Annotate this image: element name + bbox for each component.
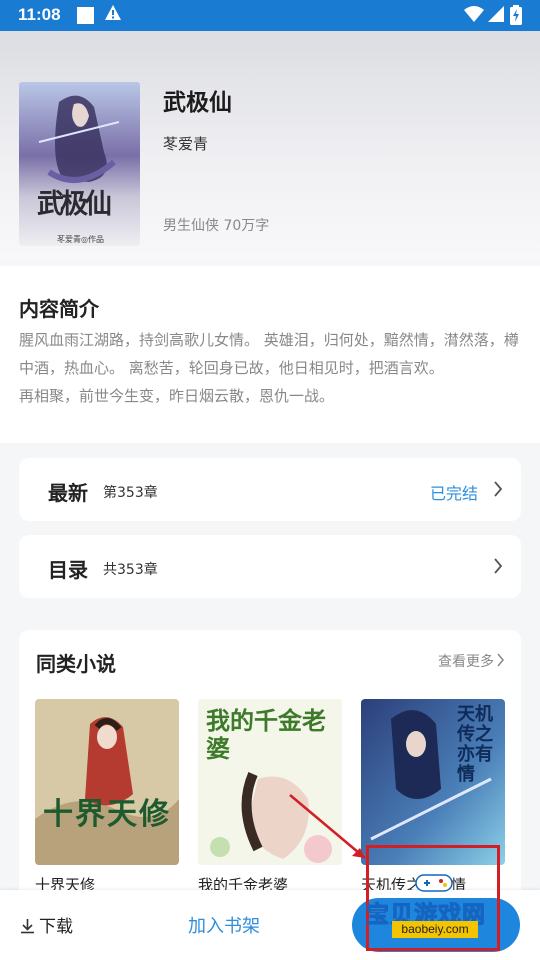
novel-cover: 天机传之亦有情 [361, 699, 505, 865]
similar-novel-card[interactable]: 十界天修 十界天修 [35, 699, 179, 894]
download-button[interactable]: 下载 [20, 912, 73, 939]
similar-novel-card[interactable]: 天机传之亦有情 天机传之亦有情 [361, 699, 505, 894]
catalog-row[interactable]: 目录 共353章 [19, 535, 521, 598]
intro-section: 内容简介 腥风血雨江湖路，持剑高歌儿女情。 英雄泪，归何处，黯然情，潸然落，樽中… [0, 266, 540, 443]
intro-text: 腥风血雨江湖路，持剑高歌儿女情。 英雄泪，归何处，黯然情，潸然落，樽中酒，热血心… [19, 331, 519, 405]
book-author[interactable]: 苳爱青 [163, 133, 208, 154]
book-title: 武极仙 [163, 90, 232, 116]
similar-title: 同类小说 [36, 652, 116, 676]
catalog-label: 目录 [48, 558, 88, 582]
chevron-right-icon [492, 479, 504, 503]
similar-novel-card[interactable]: 我的千金老婆 我的千金老婆 [198, 699, 342, 894]
catalog-count: 共353章 [103, 562, 158, 578]
status-time: 11:08 [18, 5, 61, 24]
book-cover[interactable]: 武极仙 苳爱青◎作品 [19, 82, 140, 246]
novel-cover: 十界天修 [35, 699, 179, 865]
latest-chapter-row[interactable]: 最新 第353章 已完结 [19, 458, 521, 521]
chevron-right-icon [496, 652, 506, 672]
completion-status: 已完结 [429, 484, 478, 503]
latest-chapter: 第353章 [103, 485, 158, 501]
book-meta: 男生仙侠 70万字 [163, 218, 270, 234]
novel-cover-art: 天机传之亦有情 [457, 704, 493, 785]
wifi-icon [464, 5, 484, 27]
warning-icon [104, 4, 122, 27]
cover-title-art: 武极仙 [37, 189, 112, 220]
latest-label: 最新 [48, 481, 88, 505]
download-label: 下载 [39, 917, 73, 937]
watermark-url: baobeiy.com [392, 921, 478, 938]
novel-cover-art: 十界天修 [43, 797, 171, 832]
status-bar: 11:08 [0, 0, 540, 31]
download-icon [20, 918, 35, 939]
signal-icon [487, 5, 505, 27]
novel-cover: 我的千金老婆 [198, 699, 342, 865]
cover-credit: 苳爱青◎作品 [57, 235, 104, 244]
intro-title: 内容简介 [19, 297, 99, 321]
add-to-shelf-button[interactable]: 加入书架 [188, 912, 260, 938]
see-more-link[interactable]: 查看更多 [438, 651, 494, 671]
battery-charging-icon [510, 5, 522, 29]
novel-cover-art: 我的千金老婆 [206, 706, 326, 763]
notification-square-icon [77, 7, 94, 24]
chevron-right-icon [492, 556, 504, 580]
